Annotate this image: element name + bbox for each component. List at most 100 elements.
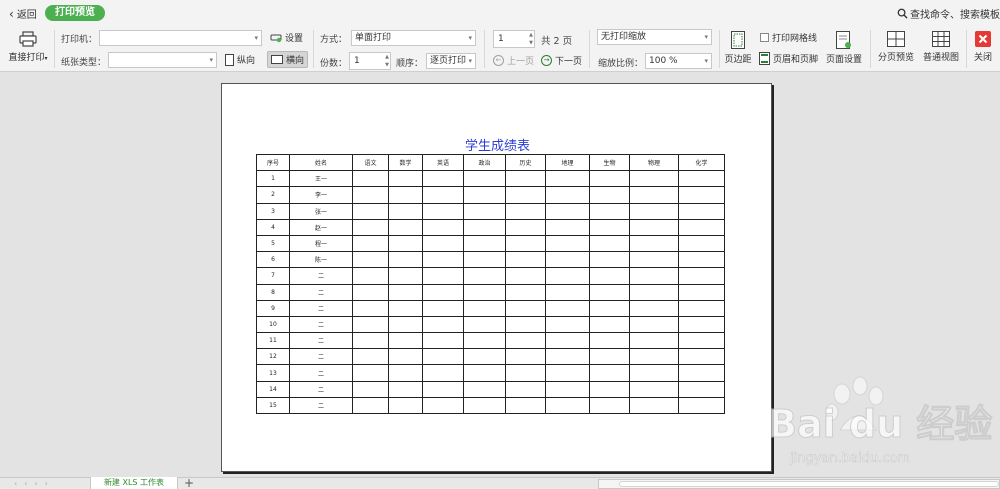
page-break-preview-button[interactable]: 分页预览 [875, 31, 917, 63]
portrait-button[interactable]: 纵向 [225, 53, 255, 66]
table-cell [629, 186, 679, 204]
table-cell [545, 234, 590, 253]
table-cell [505, 364, 546, 382]
table-cell [388, 380, 423, 398]
grades-table: 序号 姓名 语文 数学 英语 政治 历史 地理 生物 物理 化学 1 王一 2 李一 3 张一 4 赵一 5 程一 6 陈… [256, 153, 725, 415]
table-cell [678, 170, 725, 188]
sheet-nav-arrows-icon[interactable]: ‹‹‹› [14, 479, 55, 488]
table-cell [352, 348, 389, 366]
zoom-select[interactable]: 100 % ▾ [645, 53, 712, 69]
margins-button[interactable]: 页边距 [723, 31, 753, 65]
table-cell: 张一 [289, 202, 353, 220]
table-cell [463, 267, 506, 285]
printer-settings-button[interactable]: 设置 [270, 31, 303, 44]
table-cell: 二 [289, 299, 353, 317]
table-cell [545, 396, 590, 415]
landscape-button[interactable]: 横向 [267, 51, 309, 68]
table-cell [463, 348, 506, 366]
stepper-arrows-icon[interactable]: ▲ ▼ [385, 53, 389, 69]
grid-view-icon [932, 31, 950, 47]
table-row: 8二 [256, 283, 725, 301]
page-setup-button[interactable]: 页面设置 [824, 31, 864, 65]
portrait-icon [225, 53, 234, 66]
chevron-down-icon: ▾ [254, 34, 258, 42]
table-cell [463, 202, 506, 220]
table-cell: 14 [256, 380, 290, 398]
header-footer-button[interactable]: 页眉和页脚 [759, 52, 818, 65]
checkbox-icon [760, 33, 769, 42]
table-cell [545, 267, 590, 285]
table-cell: 11 [256, 332, 290, 350]
print-order-value: 逐页打印 [430, 56, 467, 66]
print-gridlines-label: 打印网格线 [772, 34, 818, 44]
print-gridlines-checkbox[interactable]: 打印网格线 [760, 31, 817, 44]
table-cell [422, 299, 464, 317]
table-cell [629, 348, 679, 366]
table-cell [463, 299, 506, 317]
table-cell [589, 364, 630, 382]
table-cell [422, 315, 464, 334]
scrollbar-thumb[interactable] [619, 481, 999, 487]
table-cell [678, 234, 725, 253]
print-method-value: 单面打印 [355, 33, 392, 43]
preview-canvas[interactable]: 学生成绩表 序号 姓名 语文 数学 英语 政治 历史 地理 生物 物理 化学 1 王一 2 李一 3 张一 4 赵… [0, 73, 1000, 477]
table-cell [463, 218, 506, 236]
divider [54, 30, 55, 68]
copies-stepper[interactable]: 1 ▲ ▼ [349, 52, 391, 70]
sheet-tab[interactable]: 新建 XLS 工作表 [90, 477, 178, 489]
table-cell [678, 364, 725, 382]
header-footer-icon [759, 52, 770, 65]
table-cell [678, 380, 725, 398]
paper-type-select[interactable]: ▾ [108, 52, 217, 68]
stepper-arrows-icon[interactable]: ▲ ▼ [529, 31, 533, 47]
table-cell [678, 299, 725, 317]
table-cell: 二 [289, 315, 353, 334]
table-cell [422, 348, 464, 366]
divider [870, 30, 871, 68]
print-method-select[interactable]: 单面打印 ▾ [351, 30, 476, 46]
table-cell [388, 186, 423, 204]
table-cell [422, 267, 464, 285]
table-cell [388, 234, 423, 253]
table-row: 10 二 [256, 315, 725, 334]
close-preview-button[interactable]: 关闭 [970, 31, 996, 63]
printer-select[interactable]: ▾ [99, 30, 262, 46]
table-row: 11 二 [256, 332, 725, 350]
add-sheet-button[interactable]: + [184, 476, 194, 489]
table-cell [545, 348, 590, 366]
margins-label: 页边距 [724, 55, 752, 65]
table-cell [463, 396, 506, 415]
scaling-select[interactable]: 无打印缩放 ▾ [597, 29, 712, 45]
table-cell [505, 202, 546, 220]
page-number-stepper[interactable]: 1 ▲ ▼ [493, 30, 535, 48]
direct-print-button[interactable]: 直接打印▾ [8, 31, 48, 63]
table-cell [678, 267, 725, 285]
table-cell [422, 380, 464, 398]
table-cell: 二 [289, 380, 353, 398]
table-row: 13 二 [256, 364, 725, 382]
table-cell [388, 202, 423, 220]
table-cell [422, 396, 464, 415]
table-cell [589, 396, 630, 415]
command-search[interactable]: 查找命令、搜索模板 [897, 6, 1000, 21]
table-row: 15 二 [256, 396, 725, 415]
back-label: 返回 [16, 10, 37, 21]
table-cell: 二 [289, 267, 353, 285]
table-cell: 4 [256, 218, 290, 236]
table-cell [388, 315, 423, 334]
direct-print-label: 直接打印 [8, 53, 45, 63]
print-order-select[interactable]: 逐页打印 ▾ [426, 53, 476, 69]
horizontal-scrollbar[interactable] [598, 479, 1000, 489]
table-cell [463, 315, 506, 334]
back-button[interactable]: ‹ 返回 [9, 6, 37, 22]
table-cell [422, 364, 464, 382]
table-row: 4 赵一 [256, 218, 725, 236]
table-cell [589, 267, 630, 285]
prev-page-button[interactable]: ← 上一页 [493, 54, 534, 67]
next-page-button[interactable]: → 下一页 [541, 54, 582, 67]
print-page: 学生成绩表 序号 姓名 语文 数学 英语 政治 历史 地理 生物 物理 化学 1 王一 2 李一 3 张一 4 赵… [221, 83, 772, 472]
table-cell: 李一 [289, 186, 353, 204]
table-cell: 二 [289, 396, 353, 415]
normal-view-button[interactable]: 普通视图 [920, 31, 962, 63]
table-cell [352, 396, 389, 415]
